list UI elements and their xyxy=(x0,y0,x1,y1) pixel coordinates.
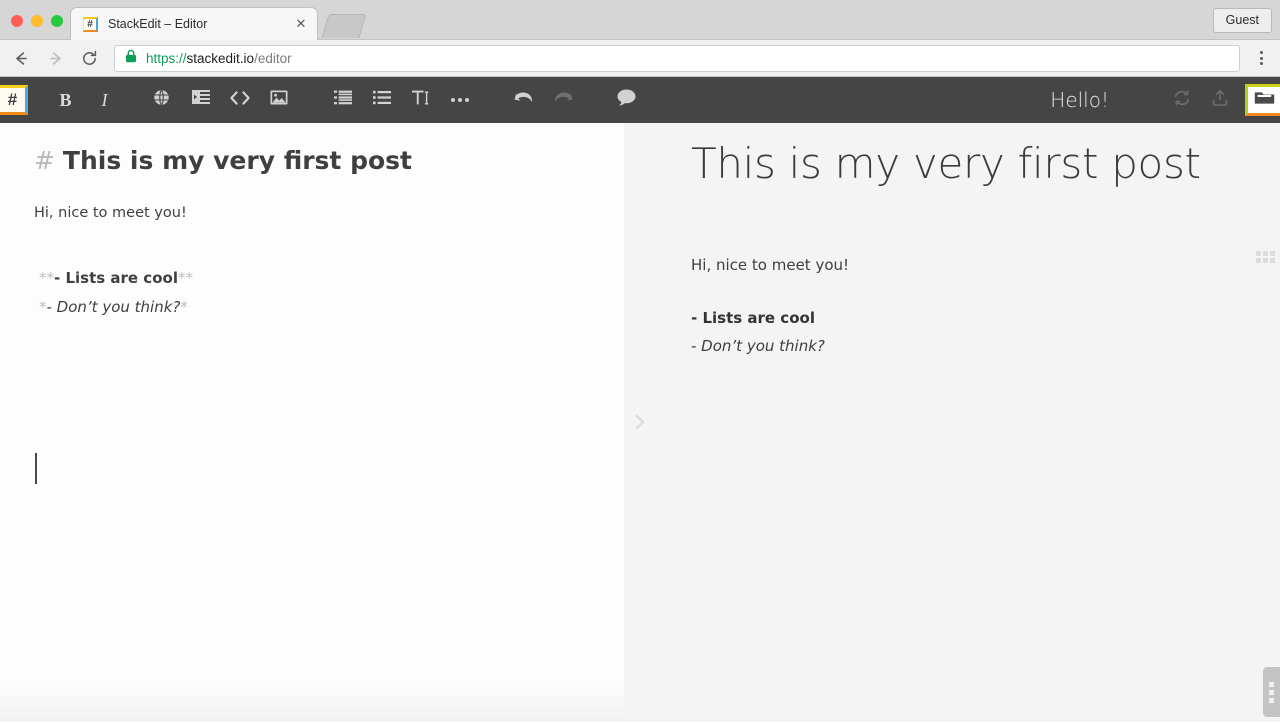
browser-chrome: # StackEdit – Editor ✕ Guest https://sta… xyxy=(0,0,1280,77)
browser-tab-strip: # StackEdit – Editor ✕ Guest xyxy=(0,0,1280,40)
reload-icon[interactable] xyxy=(72,41,106,75)
toolbar-button-group: B I xyxy=(28,77,646,123)
new-tab-button[interactable] xyxy=(321,14,367,38)
italic-open-marker: * xyxy=(39,298,47,317)
preview-paragraph: Hi, nice to meet you! xyxy=(691,256,850,275)
stackedit-favicon-icon: # xyxy=(83,16,98,32)
chevron-right-icon[interactable] xyxy=(633,413,647,436)
ordered-list-icon xyxy=(333,90,352,110)
toolbar-right-group: Hello! xyxy=(1050,77,1280,123)
table-button[interactable] xyxy=(401,77,440,123)
bold-close-marker: ** xyxy=(177,269,193,287)
table-text-icon xyxy=(411,90,431,111)
stackedit-app: # B I Hello! # This is my very first pos… xyxy=(0,77,1280,722)
bold-open-marker: ** xyxy=(39,269,54,287)
redo-icon xyxy=(553,89,573,111)
image-button[interactable] xyxy=(259,77,298,123)
stackedit-logo-icon[interactable]: # xyxy=(0,85,28,115)
preview-pane[interactable]: This is my very first post Hi, nice to m… xyxy=(624,123,1280,722)
bold-button[interactable]: B xyxy=(46,77,85,123)
undo-icon xyxy=(514,89,534,111)
back-icon[interactable] xyxy=(4,41,38,75)
editor-heading-text: This is my very first post xyxy=(62,146,412,175)
image-icon xyxy=(270,90,288,110)
italic-close-marker: * xyxy=(180,298,188,317)
markdown-source-text[interactable]: # This is my very first post Hi, nice to… xyxy=(0,123,624,320)
markdown-editor-pane[interactable]: # This is my very first post Hi, nice to… xyxy=(0,123,624,722)
guest-profile-button[interactable]: Guest xyxy=(1212,8,1272,33)
link-button[interactable] xyxy=(142,77,181,123)
redo-button[interactable] xyxy=(543,77,582,123)
blockquote-button[interactable] xyxy=(181,77,220,123)
greeting-text: Hello! xyxy=(1050,88,1109,112)
publish-upload-icon xyxy=(1211,89,1229,112)
browser-tab-title: StackEdit – Editor xyxy=(108,17,208,31)
address-bar-url: https://stackedit.io/editor xyxy=(146,51,292,66)
close-window-button[interactable] xyxy=(11,15,23,27)
open-files-button[interactable] xyxy=(1245,84,1280,116)
forward-icon xyxy=(38,41,72,75)
url-scheme: https:// xyxy=(146,50,187,66)
editor-italic-list-text: - Don’t you think? xyxy=(46,298,181,317)
unordered-list-icon xyxy=(372,90,391,110)
maximize-window-button[interactable] xyxy=(51,15,63,27)
close-tab-icon[interactable]: ✕ xyxy=(293,16,309,32)
address-bar[interactable]: https://stackedit.io/editor xyxy=(114,44,1240,72)
italic-button[interactable]: I xyxy=(85,77,124,123)
italic-icon: I xyxy=(101,89,108,110)
editor-toolbar: # B I Hello! xyxy=(0,77,1280,123)
editor-bold-list-line: **- Lists are cool** xyxy=(34,267,590,290)
browser-menu-icon[interactable] xyxy=(1246,41,1276,75)
unordered-list-button[interactable] xyxy=(362,77,401,123)
editor-paragraph-line: Hi, nice to meet you! xyxy=(34,205,187,222)
comment-bubble-icon xyxy=(617,89,636,111)
sync-button[interactable] xyxy=(1163,77,1201,123)
publish-button[interactable] xyxy=(1201,77,1239,123)
code-brackets-icon xyxy=(229,90,250,110)
side-panel-toggle-handle[interactable] xyxy=(1263,667,1280,717)
sync-icon xyxy=(1173,89,1191,112)
blockquote-icon xyxy=(191,90,210,110)
comment-button[interactable] xyxy=(607,77,646,123)
editor-bold-list-text: - Lists are cool xyxy=(54,269,178,287)
preview-drag-handle-icon[interactable] xyxy=(1256,251,1275,263)
browser-tab-stackedit[interactable]: # StackEdit – Editor ✕ xyxy=(70,7,318,40)
editor-preview-panes: # This is my very first post Hi, nice to… xyxy=(0,123,1280,722)
lock-icon xyxy=(125,49,137,68)
folder-icon xyxy=(1254,89,1275,111)
link-globe-icon xyxy=(153,89,170,111)
browser-nav-bar: https://stackedit.io/editor xyxy=(0,40,1280,77)
url-host: stackedit.io xyxy=(186,50,255,66)
minimize-window-button[interactable] xyxy=(31,15,43,27)
undo-button[interactable] xyxy=(504,77,543,123)
code-button[interactable] xyxy=(220,77,259,123)
text-cursor-caret xyxy=(35,453,37,484)
preview-italic-list: - Don’t you think? xyxy=(691,336,825,355)
editor-bottom-fade xyxy=(0,682,624,722)
preview-rendered-content: This is my very first post Hi, nice to m… xyxy=(624,123,1280,358)
more-options-button[interactable] xyxy=(440,77,479,123)
url-path: /editor xyxy=(254,50,292,66)
editor-italic-list-line: *- Don’t you think?* xyxy=(34,296,590,319)
preview-bold-list: - Lists are cool xyxy=(691,308,815,327)
ellipsis-icon xyxy=(450,98,469,102)
ordered-list-button[interactable] xyxy=(323,77,362,123)
heading-hash-marker: # xyxy=(34,146,63,175)
preview-heading: This is my very first post xyxy=(691,139,1201,188)
window-traffic-lights xyxy=(11,15,63,27)
editor-heading-line: # This is my very first post xyxy=(34,145,590,176)
bold-icon: B xyxy=(59,89,72,110)
